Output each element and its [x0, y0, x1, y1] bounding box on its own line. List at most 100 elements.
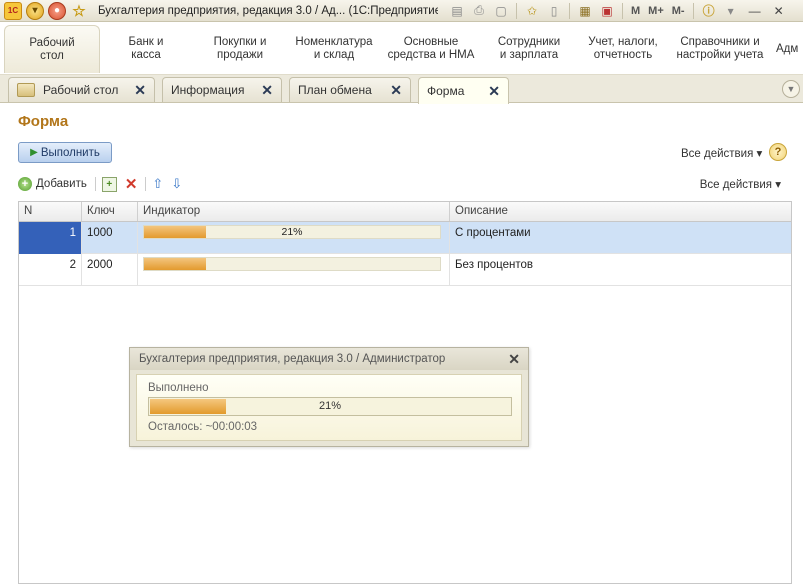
table-header: N Ключ Индикатор Описание: [19, 202, 791, 222]
all-actions-menu[interactable]: Все действия ▾: [681, 146, 762, 160]
desktop-icon: [17, 83, 35, 97]
all-actions-label: Все действия: [681, 148, 754, 160]
sections-panel: Рабочий стол Банк и касса Покупки и прод…: [0, 23, 803, 75]
tab-form[interactable]: Форма ✕: [418, 77, 509, 104]
tab-label: План обмена: [298, 83, 372, 97]
main-menu-icon[interactable]: ▾: [26, 1, 44, 20]
column-header-key[interactable]: Ключ: [82, 202, 138, 221]
copy-icon: +: [101, 176, 117, 192]
add-button[interactable]: + Добавить: [18, 177, 87, 191]
tab-label: Информация: [171, 83, 245, 97]
close-tab-icon[interactable]: ✕: [488, 83, 500, 100]
dialog-status: Выполнено: [148, 382, 209, 394]
app-logo-icon[interactable]: 1С: [4, 1, 22, 20]
section-admin[interactable]: Адм: [776, 25, 802, 73]
row-progress-fill: [144, 258, 207, 270]
row-key[interactable]: 2000: [82, 254, 138, 286]
move-down-button[interactable]: ⇩: [171, 176, 182, 192]
row-number[interactable]: 1: [19, 222, 82, 254]
window-title-bar: 1С ▾ ● ☆ Бухгалтерия предприятия, редакц…: [0, 0, 803, 22]
window-title: Бухгалтерия предприятия, редакция 3.0 / …: [98, 4, 438, 17]
minimize-icon[interactable]: —: [744, 3, 766, 19]
move-up-button[interactable]: ⇧: [152, 176, 163, 192]
toolbar-separator: [569, 2, 570, 19]
row-progress-bar: 21%: [143, 225, 441, 239]
doc-icon[interactable]: ▯: [545, 3, 563, 19]
table-all-actions-menu[interactable]: Все действия ▾: [700, 177, 781, 191]
column-header-indicator[interactable]: Индикатор: [138, 202, 450, 221]
help-icon[interactable]: ?: [769, 143, 787, 161]
delete-icon: ✕: [124, 176, 138, 193]
page-title: Форма: [18, 113, 69, 130]
add-icon: +: [18, 177, 32, 191]
command-separator: [94, 177, 96, 191]
memory-button[interactable]: M: [631, 5, 640, 17]
toolbar-separator: [516, 2, 517, 19]
section-desktop[interactable]: Рабочий стол: [4, 25, 100, 73]
dialog-title: Бухгалтерия предприятия, редакция 3.0 / …: [130, 348, 528, 370]
dialog-remaining-time: Осталось: ~00:00:03: [148, 421, 258, 433]
tab-label: Форма: [427, 84, 465, 98]
table-row[interactable]: 1 1000 21% С процентами: [19, 222, 791, 254]
memory-plus-button[interactable]: M+: [648, 5, 664, 17]
tab-exchange-plan[interactable]: План обмена ✕: [289, 77, 411, 102]
run-button[interactable]: ▶ Выполнить: [18, 142, 112, 163]
column-header-description[interactable]: Описание: [450, 202, 791, 221]
play-icon: ▶: [30, 147, 38, 158]
dialog-body: Выполнено 21% Осталось: ~00:00:03: [136, 374, 522, 441]
calendar-icon[interactable]: ▣: [598, 3, 616, 19]
memory-minus-button[interactable]: M-: [672, 5, 685, 17]
tabs-menu-chevron-icon[interactable]: ▼: [782, 80, 800, 98]
copy-button[interactable]: +: [101, 176, 117, 192]
row-progress-bar: [143, 257, 441, 271]
table-command-bar: + Добавить + ✕ ⇧ ⇩ Все действия ▾: [18, 174, 793, 194]
section-directories[interactable]: Справочники и настройки учета: [672, 25, 768, 73]
toolbar-separator: [692, 2, 694, 19]
arrow-down-icon: ⇩: [171, 176, 183, 191]
tab-desktop[interactable]: Рабочий стол ✕: [8, 77, 155, 102]
row-key[interactable]: 1000: [82, 222, 138, 254]
run-button-label: Выполнить: [40, 146, 100, 159]
row-indicator[interactable]: 21%: [138, 222, 450, 254]
favorites-star-icon[interactable]: ☆: [70, 2, 88, 20]
row-indicator[interactable]: [138, 254, 450, 286]
section-taxes[interactable]: Учет, налоги, отчетность: [580, 25, 666, 73]
dialog-progress-text: 21%: [318, 400, 342, 412]
info-dropdown-icon[interactable]: ▾: [722, 3, 740, 19]
add-favorite-icon[interactable]: ✩: [523, 3, 541, 19]
row-description[interactable]: С процентами: [450, 222, 791, 254]
section-fixed-assets[interactable]: Основные средства и НМА: [384, 25, 478, 73]
save-icon[interactable]: ▤: [448, 3, 466, 19]
print-icon[interactable]: ⎙: [470, 3, 488, 19]
close-tab-icon[interactable]: ✕: [261, 82, 273, 99]
column-header-n[interactable]: N: [19, 202, 82, 221]
delete-button[interactable]: ✕: [125, 175, 138, 193]
progress-dialog: Бухгалтерия предприятия, редакция 3.0 / …: [129, 347, 529, 447]
arrow-up-icon: ⇧: [152, 176, 164, 191]
section-nomenclature[interactable]: Номенклатура и склад: [292, 25, 376, 73]
row-description[interactable]: Без процентов: [450, 254, 791, 286]
table-all-actions-label: Все действия: [699, 179, 773, 191]
form-area: Форма ▶ Выполнить Все действия ▾ ? + Доб…: [0, 104, 803, 584]
toolbar-separator: [622, 2, 623, 19]
add-button-label: Добавить: [36, 178, 87, 190]
row-number[interactable]: 2: [19, 254, 82, 286]
section-purchases[interactable]: Покупки и продажи: [196, 25, 284, 73]
table-row[interactable]: 2 2000 Без процентов: [19, 254, 791, 286]
command-separator: [145, 177, 147, 191]
tab-information[interactable]: Информация ✕: [162, 77, 282, 102]
calculator-icon[interactable]: ▦: [576, 3, 594, 19]
preview-icon[interactable]: ▢: [492, 3, 510, 19]
close-tab-icon[interactable]: ✕: [134, 82, 146, 99]
close-tab-icon[interactable]: ✕: [390, 82, 402, 99]
open-windows-tabbar: Рабочий стол ✕ Информация ✕ План обмена …: [0, 75, 803, 104]
section-bank[interactable]: Банк и касса: [108, 25, 184, 73]
tab-label: Рабочий стол: [43, 83, 119, 97]
info-icon[interactable]: ⓘ: [700, 3, 718, 19]
close-icon[interactable]: ✕: [508, 351, 520, 368]
row-progress-text: 21%: [281, 226, 303, 238]
history-icon[interactable]: ●: [48, 1, 66, 20]
close-icon[interactable]: ✕: [768, 3, 790, 19]
dialog-progress-bar: 21%: [148, 397, 512, 416]
section-employees[interactable]: Сотрудники и зарплата: [490, 25, 568, 73]
